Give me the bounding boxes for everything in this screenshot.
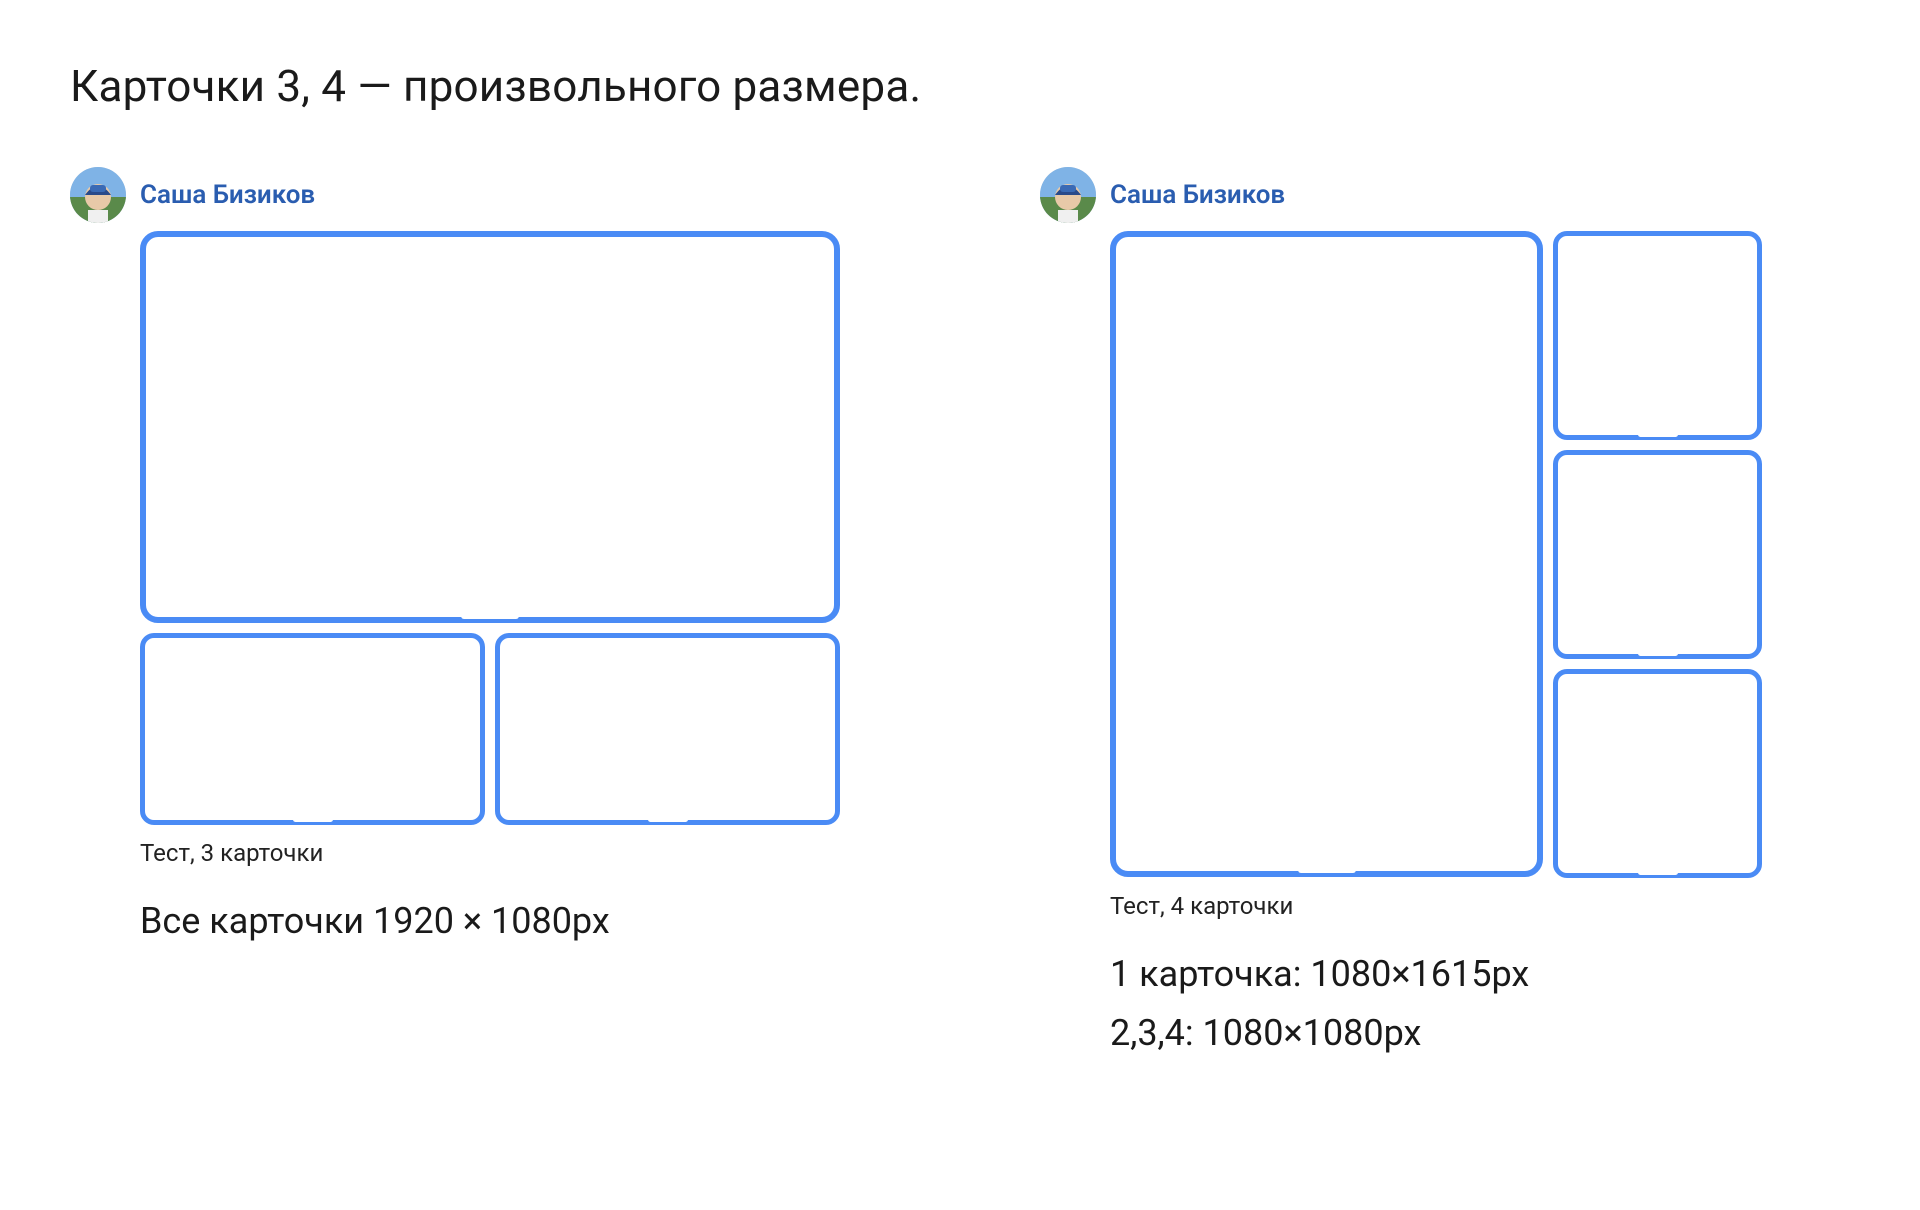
desc-4b: 2,3,4: 1080×1080px bbox=[1110, 1009, 1762, 1058]
example-4-cards: Саша Бизиков Тест, 4 карточки 1 карточка… bbox=[1040, 167, 1762, 1057]
card-2[interactable] bbox=[1553, 231, 1762, 440]
card-3[interactable] bbox=[1553, 450, 1762, 659]
gallery-4 bbox=[1110, 231, 1762, 878]
card-1[interactable] bbox=[1110, 231, 1543, 877]
card-2[interactable] bbox=[140, 633, 485, 825]
desc-3: Все карточки 1920 × 1080px bbox=[140, 897, 840, 946]
caption-4: Тест, 4 карточки bbox=[1110, 892, 1762, 920]
author-link[interactable]: Саша Бизиков bbox=[140, 180, 315, 210]
avatar[interactable] bbox=[70, 167, 126, 223]
card-4[interactable] bbox=[1553, 669, 1762, 878]
example-3-cards: Саша Бизиков Тест, 3 карточки Все карточ… bbox=[70, 167, 840, 946]
caption-3: Тест, 3 карточки bbox=[140, 839, 840, 867]
card-3[interactable] bbox=[495, 633, 840, 825]
desc-4a: 1 карточка: 1080×1615px bbox=[1110, 950, 1762, 999]
page-title: Карточки 3, 4 — произвольного размера. bbox=[70, 60, 1850, 112]
gallery-3 bbox=[140, 231, 840, 825]
avatar[interactable] bbox=[1040, 167, 1096, 223]
author-link[interactable]: Саша Бизиков bbox=[1110, 180, 1285, 210]
card-1[interactable] bbox=[140, 231, 840, 623]
